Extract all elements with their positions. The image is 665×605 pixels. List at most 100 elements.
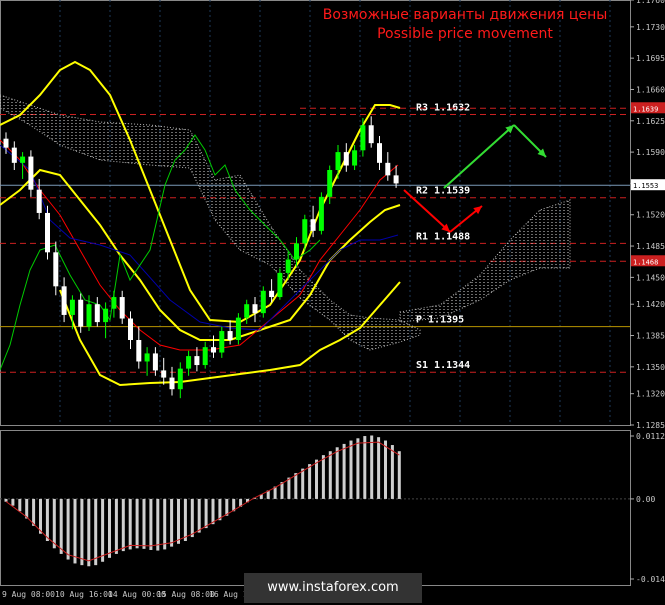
macd-bar — [308, 464, 312, 499]
macd-bar — [363, 436, 367, 499]
macd-bar — [349, 440, 353, 499]
price-tick-label: 1.1450 — [636, 273, 665, 282]
price-tick-label: 1.1760 — [636, 0, 665, 5]
macd-bar — [197, 498, 201, 533]
macd-bar — [397, 451, 401, 499]
watermark: www.instaforex.com — [244, 573, 422, 603]
macd-bar — [384, 440, 387, 499]
price-panel-frame — [0, 0, 631, 426]
price-tick-label: 1.1660 — [636, 85, 665, 94]
pivot-label-r1: R1 1.1488 — [416, 231, 470, 242]
candle — [169, 366, 175, 396]
macd-bar — [11, 498, 15, 506]
candle — [103, 302, 109, 339]
pivot-label-s1: S1 1.1344 — [416, 360, 470, 371]
candle — [368, 116, 374, 148]
macd-bar — [377, 437, 381, 499]
candle — [393, 165, 399, 188]
pivot-label-p: P 1.1395 — [416, 315, 464, 326]
macd-bar — [287, 477, 291, 499]
price-tick-label: 1.1695 — [636, 54, 665, 63]
macd-bar — [121, 498, 125, 552]
price-tick-label: 1.1485 — [636, 242, 665, 251]
macd-bar — [204, 498, 208, 529]
price-tick-label: 1.1520 — [636, 211, 665, 220]
macd-bar — [87, 498, 91, 567]
macd-bar — [80, 498, 84, 566]
chart-window: 1.1760 1.1730 1.1695 1.1660 1.1625 1.1590 1.15… — [0, 0, 665, 605]
macd-bar — [321, 455, 325, 499]
macd-bar — [114, 498, 118, 554]
macd-bar — [301, 468, 305, 499]
indicator-tick-label: -0.01427 — [636, 575, 665, 584]
macd-bar — [211, 498, 215, 525]
macd-bar — [4, 498, 8, 502]
indicator-tick-label: 0.00 — [636, 495, 655, 504]
arrow-up-1 — [443, 124, 515, 189]
pivot-label-r2: R2 1.1539 — [416, 186, 470, 197]
macd-bar — [370, 435, 374, 499]
ichimoku-cloud-right — [399, 199, 571, 323]
candle — [352, 144, 358, 170]
macd-signal-line — [5, 441, 400, 562]
ichimoku-cloud-left — [0, 94, 421, 351]
chart-title: Возможные варианты движения цены Possibl… — [300, 6, 630, 44]
macd-bar — [101, 498, 105, 562]
title-russian: Возможные варианты движения цены — [322, 7, 608, 23]
macd-bar — [190, 498, 194, 538]
price-tick-label: 1.1590 — [636, 148, 665, 157]
macd-bar — [328, 451, 332, 499]
candle — [335, 144, 341, 179]
candle — [235, 313, 241, 345]
macd-bar — [128, 498, 132, 550]
macd-bar — [294, 473, 298, 499]
candle — [202, 341, 208, 369]
macd-bar — [39, 498, 42, 534]
candle — [144, 347, 150, 376]
macd-bar — [183, 498, 187, 542]
macd-bar — [135, 498, 139, 549]
candle — [343, 143, 349, 172]
candle — [385, 152, 391, 181]
candle — [161, 357, 167, 385]
macd-bar — [163, 498, 167, 550]
macd-bar — [335, 447, 339, 499]
macd-bar — [66, 498, 70, 560]
time-label: 9 Aug 08:00 — [2, 590, 55, 599]
time-label: 15 Aug 08:00 — [157, 590, 215, 599]
price-tick-label: 1.1285 — [636, 421, 665, 430]
candle — [94, 297, 100, 327]
macd-bar — [149, 498, 153, 550]
macd-bar — [32, 498, 36, 526]
candle — [45, 205, 50, 260]
macd-bar — [18, 498, 22, 512]
price-badge-current: 1.1553 — [633, 182, 658, 190]
price-tick-label: 1.1625 — [636, 117, 665, 126]
candle — [61, 277, 67, 323]
price-tick-label: 1.1420 — [636, 300, 665, 309]
candle — [119, 290, 125, 324]
macd-bar — [177, 498, 180, 544]
price-tick-label: 1.1385 — [636, 332, 665, 341]
price-tick-label: 1.1320 — [636, 390, 665, 399]
candle — [252, 297, 258, 323]
candle — [211, 335, 216, 358]
macd-bar — [390, 445, 394, 499]
price-badge-upper: 1.1639 — [633, 105, 658, 113]
candle — [136, 326, 142, 369]
candle — [177, 362, 183, 399]
candle — [219, 326, 225, 358]
candle — [11, 141, 17, 170]
macd-bar — [170, 498, 174, 547]
macd-bar — [342, 443, 346, 499]
candle — [260, 286, 266, 318]
title-english: Possible price movement — [377, 26, 553, 42]
macd-bar — [156, 498, 160, 551]
candle — [111, 290, 117, 318]
candle — [152, 347, 158, 376]
indicator-tick-label: 0.01121 — [636, 432, 665, 441]
macd-bar — [142, 498, 146, 549]
macd-bar — [94, 498, 98, 566]
candle — [194, 347, 200, 372]
price-tick-label: 1.1350 — [636, 363, 665, 372]
